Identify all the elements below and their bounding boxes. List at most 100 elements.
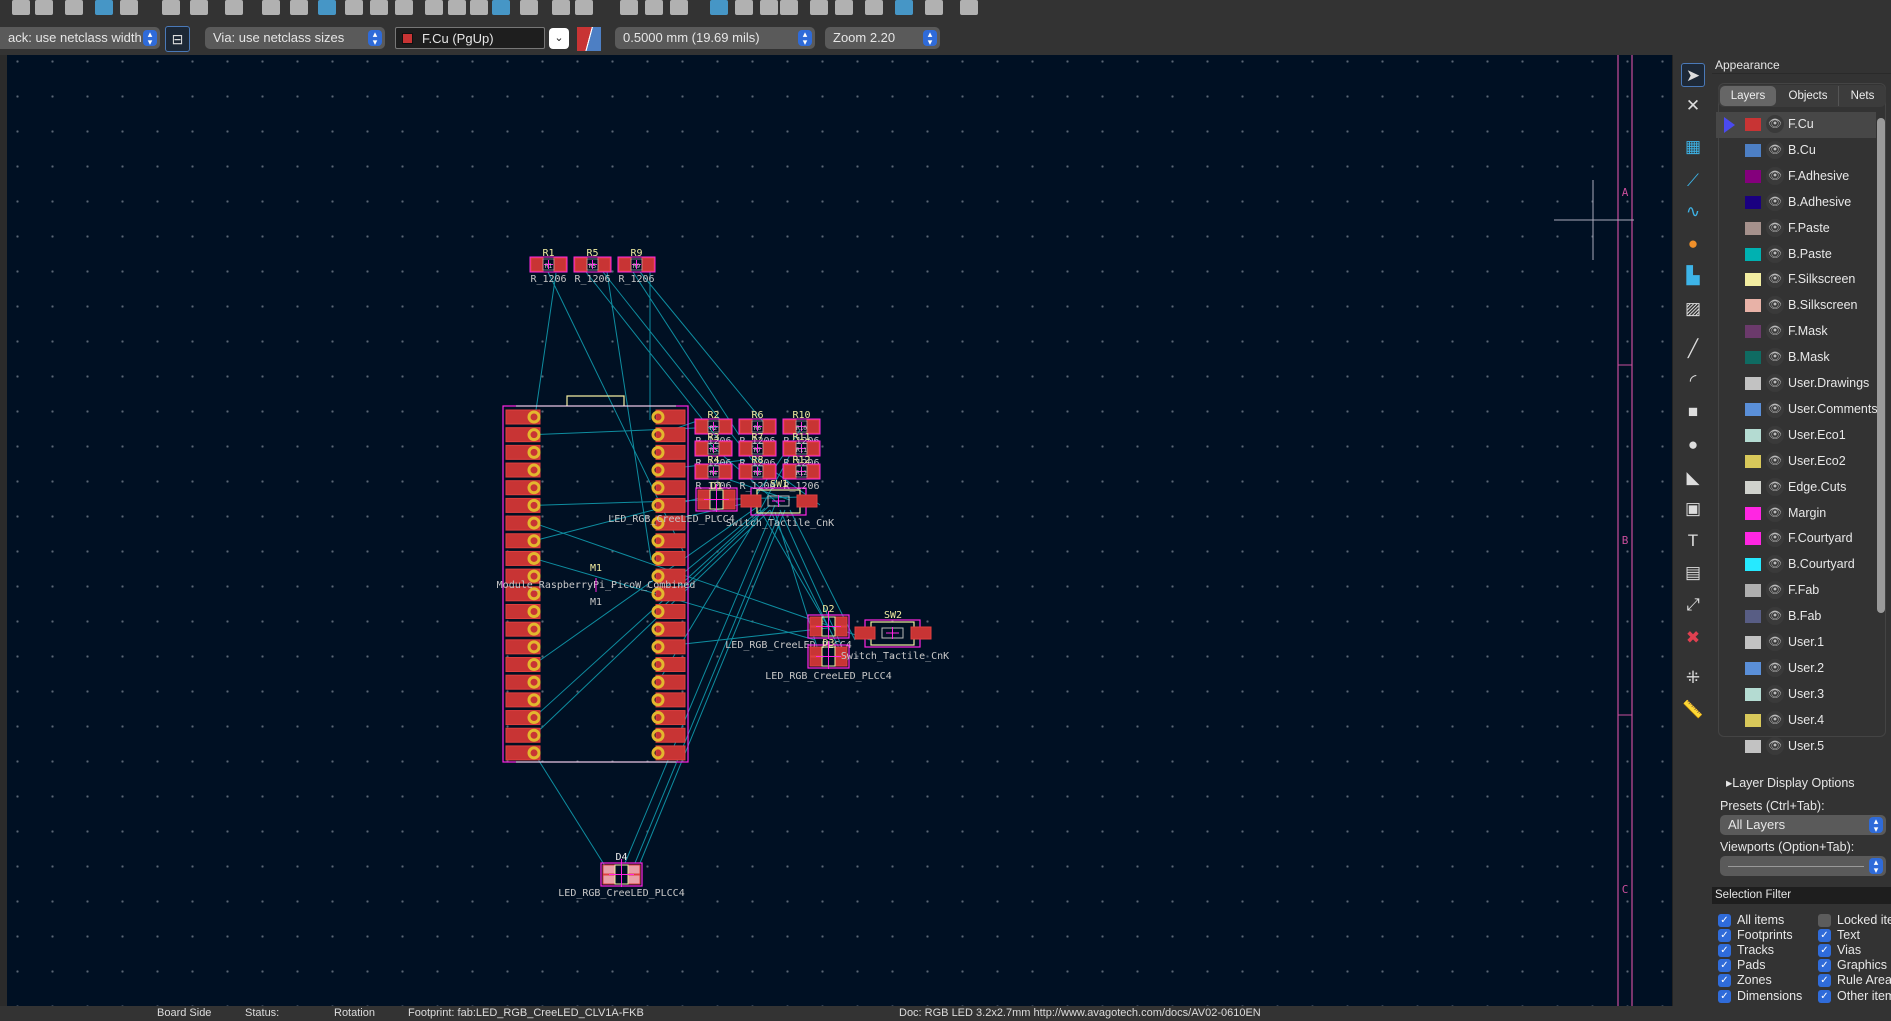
layer-color-swatch[interactable] <box>1745 247 1761 261</box>
toolbar-icon[interactable] <box>345 0 363 15</box>
toolbar-icon[interactable] <box>520 0 538 15</box>
layer-row-f-silkscreen[interactable]: 👁 F.Silkscreen <box>1716 267 1876 293</box>
toolbar-icon[interactable] <box>162 0 180 15</box>
eye-icon[interactable]: 👁 <box>1766 451 1784 470</box>
eye-icon[interactable]: 👁 <box>1766 529 1784 548</box>
checkmark-icon[interactable]: ✓ <box>1718 944 1731 958</box>
toolbar-icon[interactable] <box>760 0 778 15</box>
layer-color-swatch[interactable] <box>1745 558 1761 572</box>
text-icon[interactable]: T <box>1681 529 1705 553</box>
eye-icon[interactable]: 👁 <box>1766 633 1784 651</box>
toolbar-icon[interactable] <box>190 0 208 15</box>
eye-icon[interactable]: 👁 <box>1766 710 1784 729</box>
toolbar-icon[interactable] <box>65 0 83 15</box>
toolbar-icon[interactable] <box>835 0 853 15</box>
toolbar-icon[interactable] <box>810 0 828 15</box>
toolbar-icon[interactable] <box>95 0 113 15</box>
layer-row-b-cu[interactable]: 👁 B.Cu <box>1716 138 1876 164</box>
toolbar-icon[interactable] <box>395 0 413 15</box>
layer-row-f-mask[interactable]: 👁 F.Mask <box>1716 319 1876 345</box>
image-icon[interactable]: ▣ <box>1681 497 1705 521</box>
pcb-canvas[interactable]: R1 R1 R_1206 R5 R5 R_1206 R9 R9 R_1206 R2 R2 R_1206… <box>7 55 1672 1006</box>
pad-icon[interactable]: ▙ <box>1681 264 1705 288</box>
dimension-icon[interactable]: ⤢ <box>1681 593 1705 617</box>
eye-icon[interactable]: 👁 <box>1766 270 1784 289</box>
select-icon[interactable]: ➤ <box>1681 63 1705 87</box>
eye-icon[interactable]: 👁 <box>1766 684 1784 703</box>
eye-icon[interactable]: 👁 <box>1766 425 1784 444</box>
toolbar-icon[interactable] <box>370 0 388 15</box>
zoom-select[interactable]: Zoom 2.20 ▴ ▾ <box>825 27 940 49</box>
toolbar-icon[interactable] <box>448 0 466 15</box>
presets-select[interactable]: All Layers ▴ ▾ <box>1720 815 1886 835</box>
layer-color-swatch[interactable] <box>1745 506 1761 520</box>
layer-color-swatch[interactable] <box>1745 273 1761 287</box>
layer-row-f-courtyard[interactable]: 👁 F.Courtyard <box>1716 526 1876 552</box>
toolbar-icon[interactable] <box>225 0 243 15</box>
filter-graphics-checkbox[interactable]: ✓ Graphics <box>1818 958 1887 973</box>
local-ratsnest-icon[interactable]: ✕ <box>1681 94 1705 118</box>
filter-tracks-checkbox[interactable]: ✓ Tracks <box>1718 943 1774 958</box>
toolbar-icon[interactable] <box>470 0 488 15</box>
toolbar-icon[interactable] <box>670 0 688 15</box>
layer-color-swatch[interactable] <box>1745 221 1761 235</box>
eye-icon[interactable]: 👁 <box>1766 244 1784 263</box>
layer-color-swatch[interactable] <box>1745 428 1761 442</box>
via-size-select[interactable]: Via: use netclass sizes ▴ ▾ <box>205 27 385 49</box>
layer-color-swatch[interactable] <box>1745 325 1761 339</box>
footprint-m1[interactable]: M1Module_RaspberryPi_PicoW_CombinedM1 <box>497 395 696 763</box>
eye-icon[interactable]: 👁 <box>1766 503 1784 522</box>
eye-icon[interactable]: 👁 <box>1766 322 1784 341</box>
textbox-icon[interactable]: ▤ <box>1681 561 1705 585</box>
layer-color-swatch[interactable] <box>1745 169 1761 183</box>
eye-icon[interactable]: 👁 <box>1766 477 1784 496</box>
layer-color-swatch[interactable] <box>1745 636 1761 649</box>
layer-color-swatch[interactable] <box>1745 195 1761 209</box>
layer-row-b-mask[interactable]: 👁 B.Mask <box>1716 345 1876 371</box>
layer-pair-icon[interactable] <box>577 27 601 51</box>
eye-icon[interactable]: 👁 <box>1766 348 1784 367</box>
layer-row-user-2[interactable]: 👁 User.2 <box>1716 656 1876 682</box>
eye-icon[interactable]: 👁 <box>1766 555 1784 574</box>
layer-row-f-adhesive[interactable]: 👁 F.Adhesive <box>1716 164 1876 190</box>
toolbar-icon[interactable] <box>575 0 593 15</box>
toolbar-icon[interactable] <box>925 0 943 15</box>
toolbar-icon[interactable] <box>780 0 798 15</box>
filter-text-checkbox[interactable]: ✓ Text <box>1818 928 1860 943</box>
viewports-select[interactable]: ▴ ▾ <box>1720 856 1886 876</box>
checkmark-icon[interactable]: ✓ <box>1718 974 1731 988</box>
grid-origin-icon[interactable]: ⁜ <box>1681 666 1705 690</box>
layer-color-swatch[interactable] <box>1745 143 1761 157</box>
toolbar-icon[interactable] <box>645 0 663 15</box>
toolbar-icon[interactable] <box>425 0 443 15</box>
track-width-select[interactable]: ack: use netclass width ▴ ▾ <box>0 27 160 49</box>
toolbar-icon[interactable] <box>895 0 913 15</box>
zone-icon[interactable]: ▨ <box>1681 297 1705 321</box>
layer-row-edge-cuts[interactable]: 👁 Edge.Cuts <box>1716 475 1876 501</box>
eye-icon[interactable]: 👁 <box>1766 607 1784 626</box>
checkmark-icon[interactable]: ✓ <box>1818 974 1831 988</box>
layer-color-swatch[interactable] <box>1745 739 1761 753</box>
layer-row-user-3[interactable]: 👁 User.3 <box>1716 682 1876 708</box>
layer-row-margin[interactable]: 👁 Margin <box>1716 501 1876 527</box>
layer-color-swatch[interactable] <box>1745 299 1761 313</box>
eye-icon[interactable]: 👁 <box>1766 658 1784 677</box>
layer-row-f-paste[interactable]: 👁 F.Paste <box>1716 216 1876 242</box>
toolbar-icon[interactable] <box>262 0 280 15</box>
grid-select[interactable]: 0.5000 mm (19.69 mils) ▴ ▾ <box>615 27 815 49</box>
checkmark-icon[interactable]: ✓ <box>1818 929 1831 943</box>
layer-color-swatch[interactable] <box>1745 351 1761 365</box>
filter-locked-items-checkbox[interactable]: Locked items <box>1818 913 1891 928</box>
checkbox-empty-icon[interactable] <box>1818 914 1831 927</box>
eye-icon[interactable]: 👁 <box>1766 192 1784 211</box>
checkmark-icon[interactable]: ✓ <box>1818 944 1831 958</box>
layer-row-f-cu[interactable]: 👁 F.Cu <box>1716 112 1876 138</box>
toolbar-icon[interactable] <box>290 0 308 15</box>
checkmark-icon[interactable]: ✓ <box>1718 929 1731 943</box>
layer-color-swatch[interactable] <box>1745 402 1761 416</box>
layer-row-b-silkscreen[interactable]: 👁 B.Silkscreen <box>1716 293 1876 319</box>
footprint-sw2[interactable]: SW2 Switch_Tactile_CnK <box>841 610 949 662</box>
footprint-d4[interactable]: D4 LED_RGB_CreeLED_PLCC4 <box>558 852 684 899</box>
eye-icon[interactable]: 👁 <box>1766 218 1784 237</box>
eye-icon[interactable]: 👁 <box>1766 736 1784 755</box>
